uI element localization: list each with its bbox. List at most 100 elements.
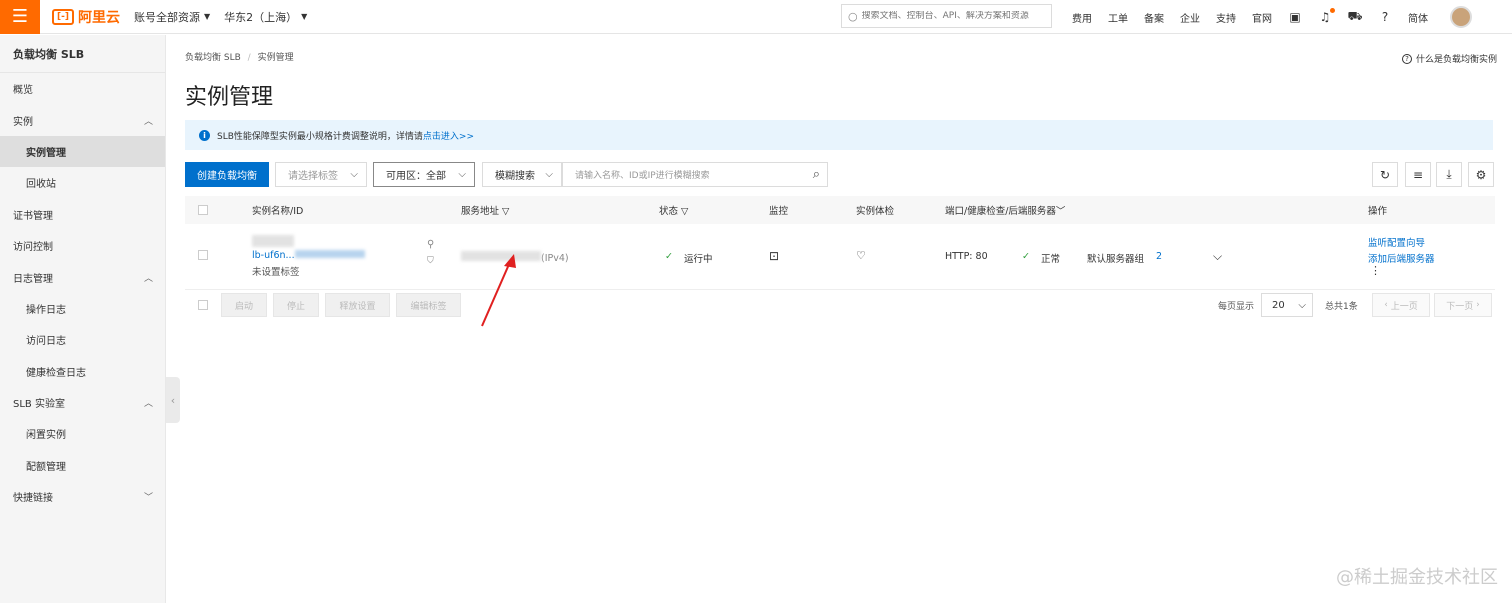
search-icon[interactable]: ⌕ [813, 167, 820, 182]
help-icon[interactable]: ? [1378, 10, 1392, 24]
sidebar-item-shortcuts[interactable]: 快捷链接 ﹀ [0, 481, 165, 512]
top-link-support[interactable]: 支持 [1216, 10, 1236, 25]
header-status-label: 状态 [659, 206, 679, 217]
table-row: lb-uf6n... 未设置标签 ⚲ ⛉ (IPv4) ✓ 运行中 ⊡ ♡ HT… [185, 224, 1495, 290]
breadcrumb-root[interactable]: 负载均衡 SLB [185, 53, 241, 63]
prev-page-button[interactable]: ‹ 上一页 [1372, 293, 1430, 317]
footer-checkbox[interactable] [198, 300, 208, 310]
sidebar-item-cert[interactable]: 证书管理 [0, 199, 165, 230]
sidebar-item-logs[interactable]: 日志管理 ︿ [0, 261, 165, 292]
top-links: 费用 工单 备案 企业 支持 官网 ▣ ♫ ⛟ ? 简体 [1064, 0, 1472, 34]
toolbar: 创建负载均衡 请选择标签 ⌵ 可用区：全部 ⌵ 模糊搜索 ⌵ 请输入名称、ID或IP进… [185, 162, 1495, 187]
chevron-up-icon: ︿ [143, 399, 153, 410]
avatar[interactable] [1450, 6, 1472, 28]
edit-tags-button[interactable]: 编辑标签 [396, 293, 461, 317]
top-navbar: ☰ [-] 阿里云 账号全部资源▼ 华东2（上海）▼ ○ 费用 工单 备案 企业… [0, 0, 1512, 34]
table-footer: 启动 停止 释放设置 编辑标签 每页显示 20 ⌵ 总共1条 ‹ 上一页 下一页 … [185, 293, 1495, 317]
refresh-icon[interactable]: ↻ [1372, 162, 1398, 187]
search-mode-select[interactable]: 模糊搜索 ⌵ [482, 162, 562, 187]
health-status: 正常 [1041, 254, 1061, 265]
release-button[interactable]: 释放设置 [325, 293, 390, 317]
instance-id-link[interactable]: lb-uf6n... [252, 250, 365, 261]
create-slb-button[interactable]: 创建负载均衡 [185, 162, 269, 187]
sidebar-item-op-logs[interactable]: 操作日志 [0, 293, 165, 324]
top-link-website[interactable]: 官网 [1252, 10, 1272, 25]
header-status[interactable]: 状态 ▽ [659, 203, 688, 217]
check-icon: ✓ [665, 251, 673, 262]
cart-icon[interactable]: ⛟ [1347, 9, 1362, 24]
sidebar-item-label: 证书管理 [13, 210, 53, 222]
menu-icon[interactable]: ☰ [0, 0, 40, 34]
next-page-button[interactable]: 下一页 › [1434, 293, 1492, 317]
header-port-label: 端口/健康检查/后端服务器 [945, 206, 1056, 217]
sidebar-item-label: 操作日志 [26, 304, 66, 316]
breadcrumb-sep: / [247, 53, 251, 63]
instance-table: 实例名称/ID 服务地址 ▽ 状态 ▽ 监控 实例体检 端口/健康检查/后端服务… [185, 196, 1495, 290]
account-dropdown[interactable]: 账号全部资源 ▼ [134, 9, 210, 25]
sidebar-item-quota[interactable]: 配额管理 [0, 450, 165, 481]
row-checkbox[interactable] [198, 250, 208, 260]
sidebar-item-idle[interactable]: 闲置实例 [0, 418, 165, 449]
chevron-up-icon: ︿ [143, 116, 153, 127]
header-address[interactable]: 服务地址 ▽ [461, 203, 509, 217]
header-monitor: 监控 [769, 206, 789, 217]
search-mode-label: 模糊搜索 [495, 171, 535, 182]
sidebar-item-label: 快捷链接 [13, 493, 53, 505]
monitor-icon[interactable]: ⊡ [769, 249, 779, 263]
shield-icon[interactable]: ⛉ [427, 256, 434, 266]
page-size-select[interactable]: 20 ⌵ [1261, 293, 1313, 317]
top-link-enterprise[interactable]: 企业 [1180, 10, 1200, 25]
filter-icon[interactable]: ▽ [681, 206, 688, 217]
filter-icon[interactable]: ▽ [502, 206, 509, 217]
sidebar-item-access-logs[interactable]: 访问日志 [0, 324, 165, 355]
sidebar-item-acl[interactable]: 访问控制 [0, 230, 165, 261]
top-link-icp[interactable]: 备案 [1144, 10, 1164, 25]
terminal-icon[interactable]: ▣ [1288, 10, 1302, 24]
instance-id-text: lb-uf6n... [252, 250, 295, 261]
server-group: 默认服务器组 [1087, 254, 1145, 265]
zone-select[interactable]: 可用区：全部 ⌵ [373, 162, 475, 187]
chevron-down-icon: ⌵ [350, 169, 358, 180]
sidebar-item-lab[interactable]: SLB 实验室 ︿ [0, 387, 165, 418]
language-switch[interactable]: 简体 [1408, 10, 1428, 25]
list-settings-icon[interactable]: ≡ [1405, 162, 1431, 187]
header-port[interactable]: 端口/健康检查/后端服务器﹀ [945, 203, 1065, 217]
sidebar-item-instance[interactable]: 实例 ︿ [0, 104, 165, 135]
listener-wizard-link[interactable]: 监听配置向导 [1368, 235, 1425, 249]
sidebar-item-recycle[interactable]: 回收站 [0, 167, 165, 198]
top-link-tickets[interactable]: 工单 [1108, 10, 1128, 25]
notice-text: SLB性能保障型实例最小规格计费调整说明，详情请 [217, 131, 423, 142]
sidebar-collapse-handle[interactable]: ‹ [166, 377, 180, 423]
server-count-link[interactable]: 2 [1156, 251, 1162, 262]
start-button[interactable]: 启动 [221, 293, 267, 317]
brand-name: 阿里云 [77, 9, 120, 26]
download-icon[interactable]: ⤓ [1436, 162, 1462, 187]
more-icon[interactable]: ⋮ [1370, 264, 1381, 277]
header-address-label: 服务地址 [461, 206, 500, 217]
health-check-icon[interactable]: ♡ [856, 249, 866, 262]
sidebar-item-instance-manage[interactable]: 实例管理 [0, 135, 165, 168]
brand-logo[interactable]: [-] 阿里云 [52, 7, 120, 27]
chevron-down-icon[interactable]: ⌵ [1213, 249, 1222, 264]
add-backend-link[interactable]: 添加后端服务器 [1368, 251, 1435, 265]
region-dropdown[interactable]: 华东2（上海） ▼ [224, 9, 307, 25]
sidebar-item-health-logs[interactable]: 健康检查日志 [0, 356, 165, 387]
sidebar-item-overview[interactable]: 概览 [0, 73, 165, 104]
bell-icon[interactable]: ♫ [1318, 8, 1335, 24]
status-running: 运行中 [684, 254, 713, 265]
info-icon: i [199, 129, 210, 141]
top-link-fees[interactable]: 费用 [1072, 10, 1092, 25]
help-link[interactable]: ? 什么是负载均衡实例 [1401, 52, 1497, 65]
prev-label: 上一页 [1390, 301, 1418, 312]
stop-button[interactable]: 停止 [273, 293, 319, 317]
tag-select[interactable]: 请选择标签 ⌵ [275, 162, 367, 187]
instance-search-input[interactable]: 请输入名称、ID或IP进行模糊搜索 ⌕ [562, 162, 828, 187]
gear-icon[interactable]: ⚙ [1468, 162, 1494, 187]
notice-link[interactable]: 点击进入>> [423, 129, 474, 142]
question-icon: ? [1401, 53, 1412, 64]
global-search-input[interactable] [861, 11, 1042, 21]
global-search[interactable]: ○ [841, 4, 1052, 28]
location-pin-icon[interactable]: ⚲ [427, 239, 434, 250]
select-all-checkbox[interactable] [198, 205, 208, 215]
table-header: 实例名称/ID 服务地址 ▽ 状态 ▽ 监控 实例体检 端口/健康检查/后端服务… [185, 196, 1495, 224]
